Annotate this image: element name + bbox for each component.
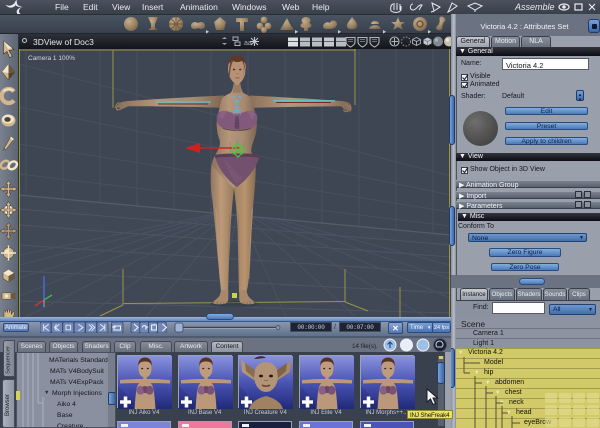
svg-text:Camera 1 100%: Camera 1 100% (28, 55, 75, 62)
